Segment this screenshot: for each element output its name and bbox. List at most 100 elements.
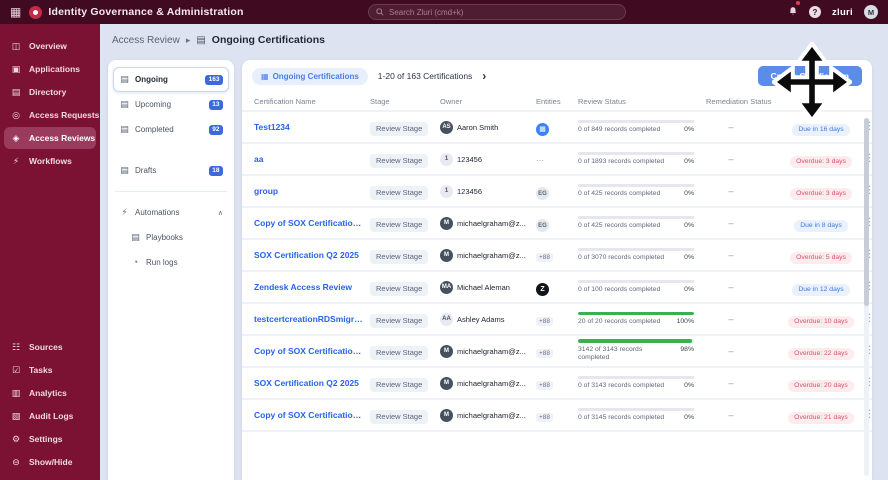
subnav-item[interactable]: ▤ Ongoing 163 <box>113 67 229 92</box>
subnav-child-item[interactable]: ▤ Playbooks <box>113 225 229 250</box>
sidebar-item-label: Audit Logs <box>29 411 74 421</box>
review-status-cell: 3142 of 3143 records completed 98% <box>578 339 694 362</box>
help-icon[interactable]: ? <box>808 6 821 18</box>
sidebar-item[interactable]: ⚡ Workflows <box>4 150 96 172</box>
count-badge: 13 <box>208 99 223 110</box>
certification-doc-icon: ▤ <box>196 34 206 46</box>
subnav-item[interactable]: ▤ Completed 92 <box>113 117 229 142</box>
certification-name-link[interactable]: Test1234 <box>254 122 370 132</box>
stage-badge: Review Stage <box>370 313 429 328</box>
subnav-item[interactable]: ▤ Upcoming 13 <box>113 92 229 117</box>
owner-avatar: M <box>440 216 453 230</box>
certification-name-link[interactable]: SOX Certification Q2 2025 <box>254 378 370 388</box>
sidebar-item[interactable]: ⊖ Show/Hide <box>4 451 96 473</box>
owner-cell: AA Ashley Adams <box>440 312 536 326</box>
owner-name: 123456 <box>457 154 483 164</box>
sidebar-item-label: Analytics <box>29 388 67 398</box>
review-percent: 0% <box>684 414 694 421</box>
progress-bar <box>578 119 694 123</box>
certification-name-link[interactable]: testcertcreationRDSmigration <box>254 314 370 324</box>
create-certification-button[interactable]: Create Certification <box>757 66 862 86</box>
zluri-logo-icon <box>29 5 43 19</box>
global-search[interactable] <box>368 4 626 20</box>
certifications-table-card: ▦ Ongoing Certifications 1-20 of 163 Cer… <box>242 60 872 480</box>
sidebar-item[interactable]: ◈ Access Reviews <box>4 127 96 149</box>
sidebar-item[interactable]: ◫ Overview <box>4 35 96 57</box>
sidebar-item[interactable]: ☷ Sources <box>4 336 96 358</box>
certification-name-link[interactable]: Copy of SOX Certification Q2 2... <box>254 218 370 228</box>
sidebar-item-label: Access Requests <box>29 110 100 120</box>
certification-name-link[interactable]: Copy of SOX Certification Q2 2... <box>254 346 370 356</box>
subnav-item-automations[interactable]: ⚡ Automations ∧ <box>113 200 229 225</box>
table-row[interactable]: SOX Certification Q2 2025 Review Stage M… <box>242 240 872 272</box>
notification-dot <box>795 1 800 5</box>
table-row[interactable]: SOX Certification Q2 2025 Review Stage M… <box>242 368 872 400</box>
sidebar-item[interactable]: ☑ Tasks <box>4 359 96 381</box>
subnav-child-item[interactable]: ◔ Run logs <box>113 250 229 274</box>
due-date-badge: Due in 12 days <box>792 283 850 296</box>
due-date-badge: Due in 16 days <box>792 123 850 136</box>
table-row[interactable]: Zendesk Access Review Review Stage MA Mi… <box>242 272 872 304</box>
stage-badge: Review Stage <box>370 217 429 232</box>
chevron-up-icon[interactable]: ∧ <box>218 209 223 217</box>
stage-badge: Review Stage <box>370 185 429 200</box>
sidebar-item-label: Show/Hide <box>29 457 73 467</box>
automations-children: ▤ Playbooks ◔ Run logs <box>113 225 229 274</box>
table-row[interactable]: group Review Stage 1 123456 EG 0 of 425 … <box>242 176 872 208</box>
entity-icon: ⋯ <box>536 156 544 165</box>
search-input[interactable] <box>389 7 618 17</box>
analytics-icon: ▥ <box>11 387 21 398</box>
notifications-bell-icon[interactable] <box>788 1 800 21</box>
sidebar-item[interactable]: ▥ Analytics <box>4 382 96 404</box>
owner-name: michaelgraham@z... <box>457 218 526 228</box>
remediation-status: – <box>728 154 734 164</box>
next-page-button[interactable]: › <box>482 70 486 82</box>
remediation-status: – <box>728 314 734 324</box>
certification-name-link[interactable]: group <box>254 186 370 196</box>
owner-avatar: AS <box>440 120 453 134</box>
column-header: Review Status <box>578 96 626 106</box>
entity-icon: ▦ <box>536 122 549 136</box>
review-status-cell: 0 of 425 records completed 0% <box>578 215 694 231</box>
owner-cell: 1 123456 <box>440 184 536 198</box>
review-percent: 0% <box>684 158 694 165</box>
scrollbar-thumb[interactable] <box>864 118 869 306</box>
sidebar-item[interactable]: ▣ Applications <box>4 58 96 80</box>
stage-badge: Review Stage <box>370 345 429 360</box>
entity-icon: +88 <box>536 413 554 422</box>
completed-icon: ▤ <box>120 124 129 134</box>
remediation-status: – <box>728 282 734 292</box>
table-row[interactable]: Copy of SOX Certification Q2 2... Review… <box>242 336 872 368</box>
table-row[interactable]: aa Review Stage 1 123456 ⋯ 0 of 1893 rec… <box>242 144 872 176</box>
sidebar-item[interactable]: ⚙ Settings <box>4 428 96 450</box>
table-row[interactable]: testcertcreationRDSmigration Review Stag… <box>242 304 872 336</box>
sidebar-item[interactable]: ◎ Access Requests <box>4 104 100 126</box>
entity-icon: +88 <box>536 349 554 358</box>
table-icon: ▦ <box>261 71 269 81</box>
owner-avatar: MA <box>440 280 453 294</box>
sidebar-item[interactable]: ▤ Directory <box>4 81 96 103</box>
stage-badge: Review Stage <box>370 249 429 264</box>
table-row[interactable]: Copy of SOX Certification Q2 2... Review… <box>242 208 872 240</box>
access-reviews-icon: ◈ <box>12 132 20 143</box>
review-status-cell: 0 of 425 records completed 0% <box>578 183 694 199</box>
workflows-icon: ⚡ <box>12 155 20 166</box>
applications-icon: ▣ <box>11 63 21 74</box>
tab-ongoing-certifications[interactable]: ▦ Ongoing Certifications <box>252 67 368 85</box>
certification-name-link[interactable]: SOX Certification Q2 2025 <box>254 250 370 260</box>
sidebar-item[interactable]: ▧ Audit Logs <box>4 405 96 427</box>
table-row[interactable]: Test1234 Review Stage AS Aaron Smith ▦ 0… <box>242 112 872 144</box>
app-grid-icon[interactable]: ▦ <box>10 6 21 18</box>
breadcrumb-parent-link[interactable]: Access Review <box>112 35 180 46</box>
certification-name-link[interactable]: Zendesk Access Review <box>254 282 370 292</box>
table-row[interactable]: Copy of SOX Certification Q2 2... Review… <box>242 400 872 432</box>
review-progress-label: 20 of 20 records completed <box>578 318 661 325</box>
subnav-item-label: Ongoing <box>135 75 168 84</box>
owner-avatar: M <box>440 376 453 390</box>
certification-name-link[interactable]: Copy of SOX Certification Q2 2... <box>254 410 370 420</box>
subnav-item-label: Drafts <box>135 166 157 175</box>
subnav-item[interactable]: ▤ Drafts 18 <box>113 158 229 183</box>
stage-badge: Review Stage <box>370 153 429 168</box>
user-avatar[interactable]: M <box>864 5 878 19</box>
certification-name-link[interactable]: aa <box>254 154 370 164</box>
